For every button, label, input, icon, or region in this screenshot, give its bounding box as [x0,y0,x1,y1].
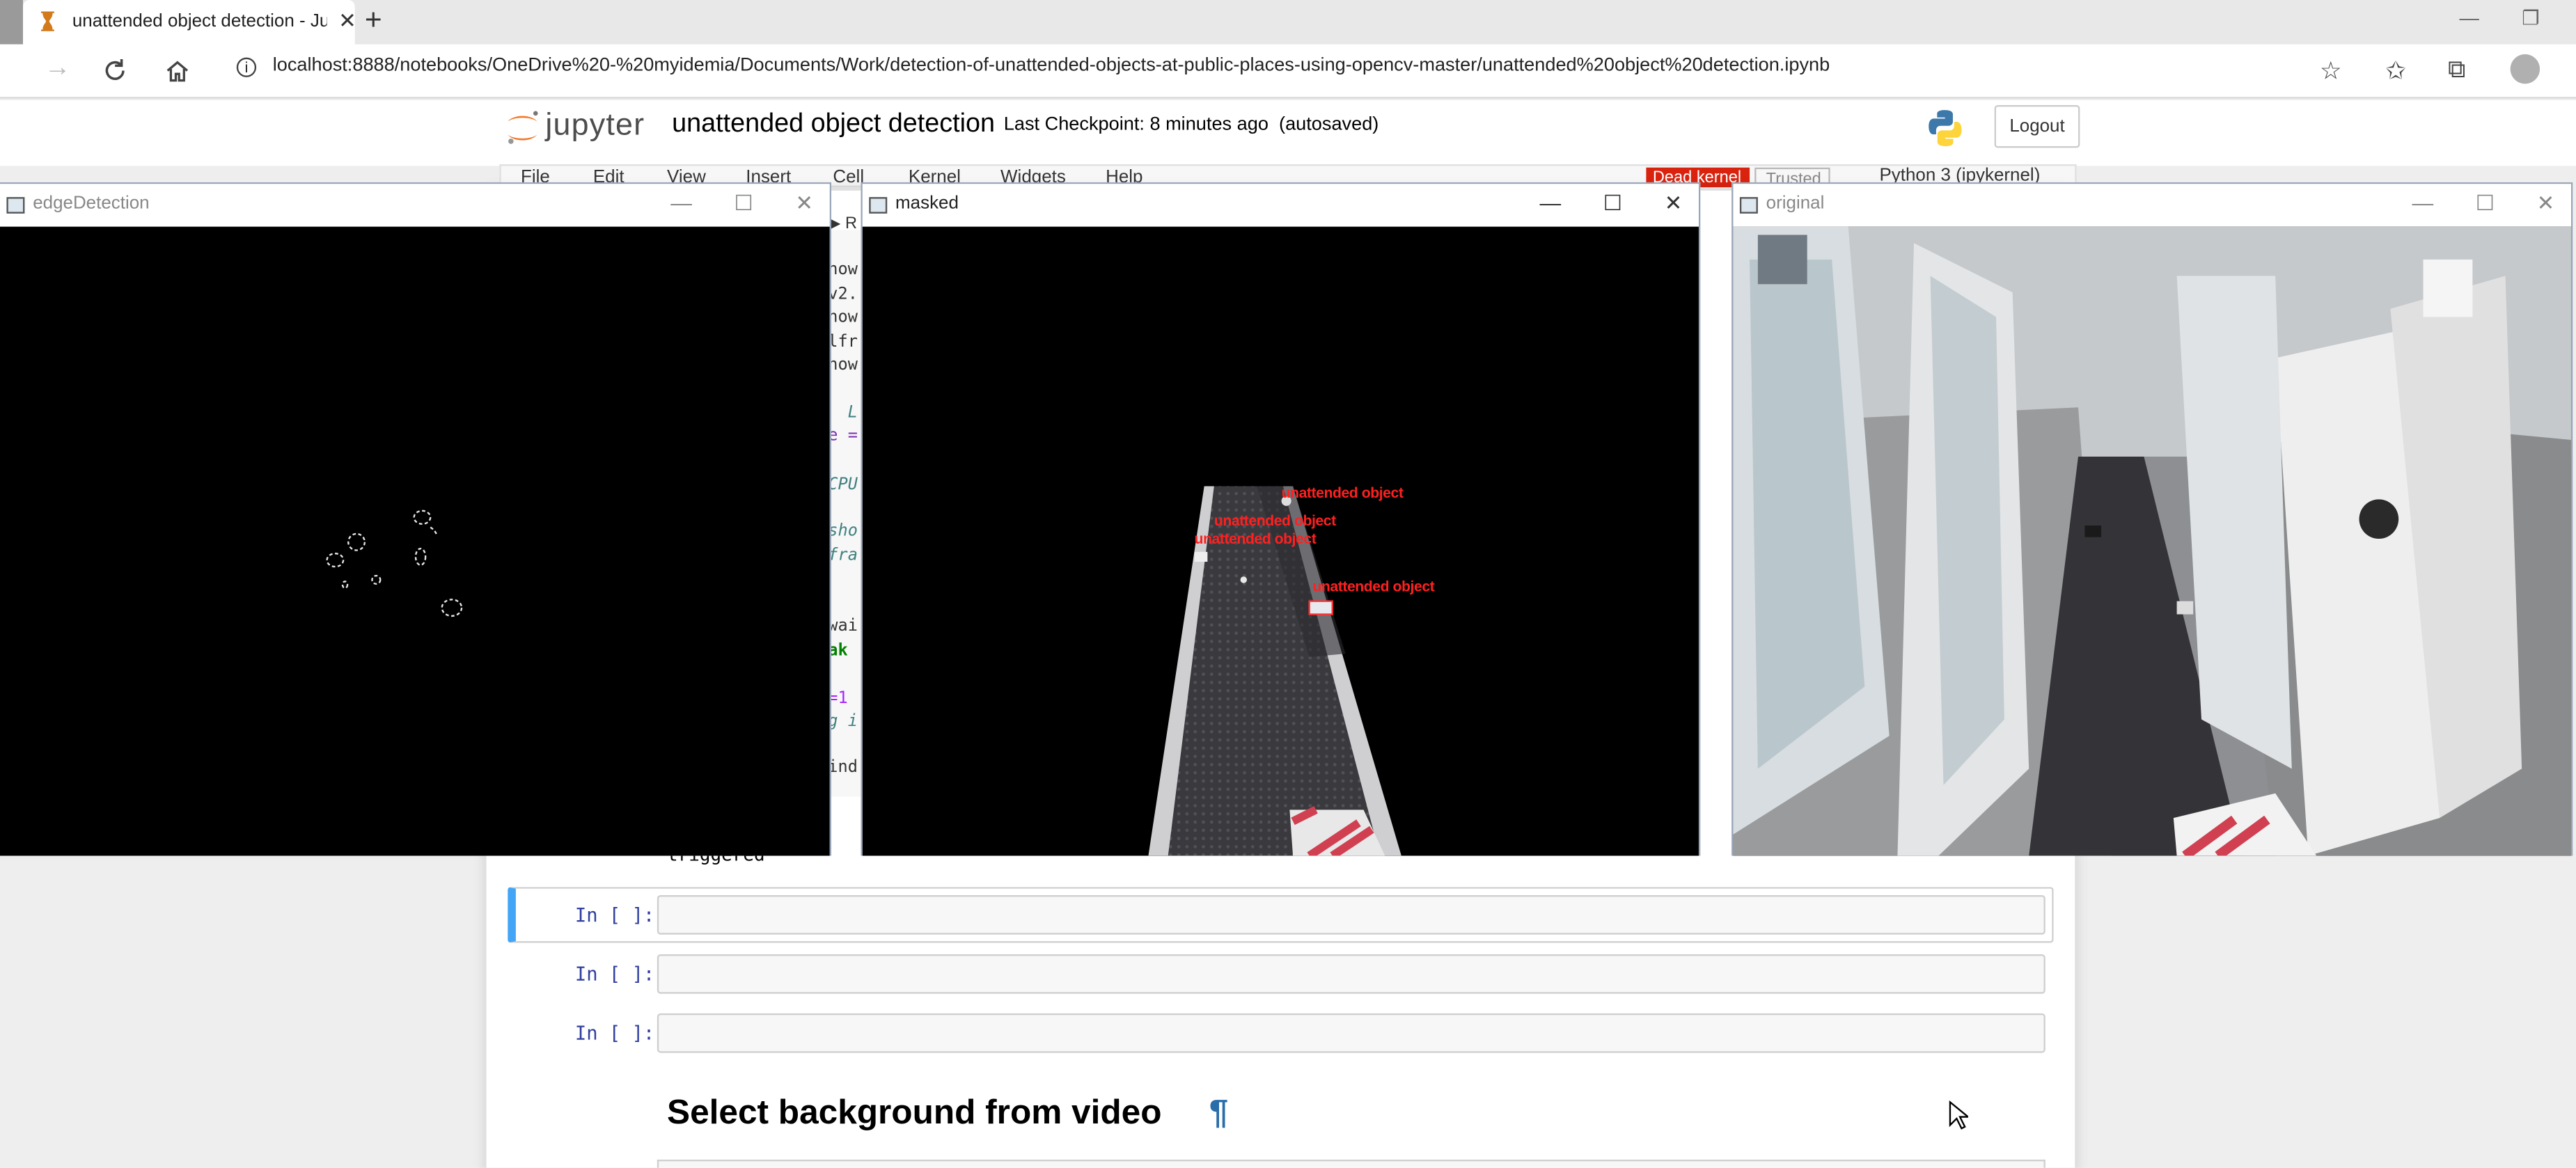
window-controls: — ☐ ✕ [1504,191,1683,217]
detection-label: unattended object [1214,512,1336,529]
sidebar-back-icon[interactable] [0,0,24,45]
new-tab-button[interactable]: + [365,3,382,38]
detection-label: unattended object [1194,530,1317,547]
close-icon[interactable]: ✕ [2537,191,2555,217]
reload-icon[interactable] [102,58,128,84]
window-titlebar[interactable]: original — ☐ ✕ [1733,184,2571,227]
code-line: v2. [828,285,858,304]
forward-icon[interactable]: → [45,54,71,84]
checkpoint-text: Last Checkpoint: 8 minutes ago [1003,115,1269,135]
code-line: how [828,261,858,280]
minimize-icon[interactable]: — [2412,191,2433,215]
maximize-icon[interactable]: ☐ [734,191,753,217]
checkpoint-status: Last Checkpoint: 8 minutes ago (autosave… [1004,115,1379,134]
detection-label: unattended object [1312,578,1435,595]
camera-scene [1733,226,2571,856]
notebook-name[interactable]: unattended object detection [672,110,995,139]
original-camera-frame [1733,226,2571,856]
code-line: how [828,356,858,375]
window-app-icon [6,197,25,214]
close-icon[interactable]: ✕ [1665,191,1683,217]
menu-cell[interactable]: Cell [833,168,864,186]
hourglass-icon [40,11,54,31]
maximize-icon[interactable]: ☐ [1603,191,1623,217]
edge-detection-window[interactable]: edgeDetection — ☐ ✕ [0,182,832,856]
code-line: fra [828,546,858,565]
tab-close-icon[interactable]: ✕ [338,8,356,35]
home-icon[interactable] [164,58,191,84]
edge-image [0,226,830,856]
masked-image: unattended object unattended object unat… [862,226,1699,856]
mouse-cursor-icon [1949,1100,1968,1130]
browser-tab-active[interactable]: unattended object detection - Ju ✕ [23,0,356,45]
code-line: e = [828,427,858,445]
code-line: lfr [828,333,858,352]
original-window[interactable]: original — ☐ ✕ [1731,182,2573,856]
next-cell-input[interactable] [657,1159,2045,1168]
tab-title: unattended object detection - Ju [72,11,327,31]
code-line: CPU [828,476,858,495]
minimize-icon[interactable]: — [1539,191,1561,215]
code-line: ind [828,759,858,778]
collections-icon[interactable]: ⧉ [2448,56,2465,84]
profile-icon[interactable] [2510,54,2540,84]
close-icon[interactable]: ✕ [795,191,813,217]
url-text: localhost:8888/notebooks/OneDrive%20-%20… [272,56,1830,76]
code-line: g i [828,713,858,732]
address-bar-row: → i localhost:8888/notebooks/OneDrive%20-… [0,44,2576,99]
add-favorite-icon[interactable]: ☆ [2320,56,2342,86]
window-title: edgeDetection [33,194,150,214]
code-line: sho [828,522,858,541]
info-icon[interactable]: i [236,57,257,77]
code-line: L [847,404,858,423]
markdown-heading: Select background from video [667,1094,1162,1132]
favorites-icon[interactable]: ✩ [2385,56,2406,86]
masked-window[interactable]: masked — ☐ ✕ unattended object unattende… [861,182,1701,856]
logout-button[interactable]: Logout [1994,105,2080,148]
autosave-text: (autosaved) [1279,115,1379,135]
window-controls: — ☐ ✕ [634,191,813,217]
window-app-icon [869,197,888,214]
browser-tab-strip: unattended object detection - Ju ✕ + — ❐ [0,0,2576,45]
window-titlebar[interactable]: masked — ☐ ✕ [862,184,1699,227]
window-title: masked [895,194,959,214]
maximize-icon[interactable]: ☐ [2476,191,2495,217]
code-input[interactable] [657,1013,2045,1053]
edge-contours [326,510,463,617]
desktop-screen: unattended object detection - Ju ✕ + — ❐… [0,0,2576,1168]
url-field[interactable]: i localhost:8888/notebooks/OneDrive%20-%2… [236,56,1830,77]
detection-label: unattended object [1281,484,1404,501]
cell-prompt: In [ ]: [574,962,655,986]
minimize-icon[interactable]: — [2459,6,2479,29]
jupyter-header: jupyter unattended object detection Last… [0,100,2576,166]
jupyter-wordmark: jupyter [545,108,645,143]
minimize-icon[interactable]: — [670,191,692,215]
code-input[interactable] [657,895,2045,935]
window-title: original [1766,194,1825,214]
cell-prompt: In [ ]: [574,903,655,926]
window-titlebar[interactable]: edgeDetection — ☐ ✕ [0,184,830,227]
window-controls: — ☐ ✕ [2376,191,2555,217]
python-logo-icon [1929,110,1962,147]
restore-icon[interactable]: ❐ [2522,6,2539,29]
code-input[interactable] [657,954,2045,994]
cell-prompt: In [ ]: [574,1021,655,1045]
anchor-link-icon[interactable]: ¶ [1209,1094,1229,1134]
code-line: how [828,308,858,327]
code-line: wai [828,617,858,636]
jupyter-logo-icon[interactable] [503,106,542,146]
window-app-icon [1739,197,1758,214]
